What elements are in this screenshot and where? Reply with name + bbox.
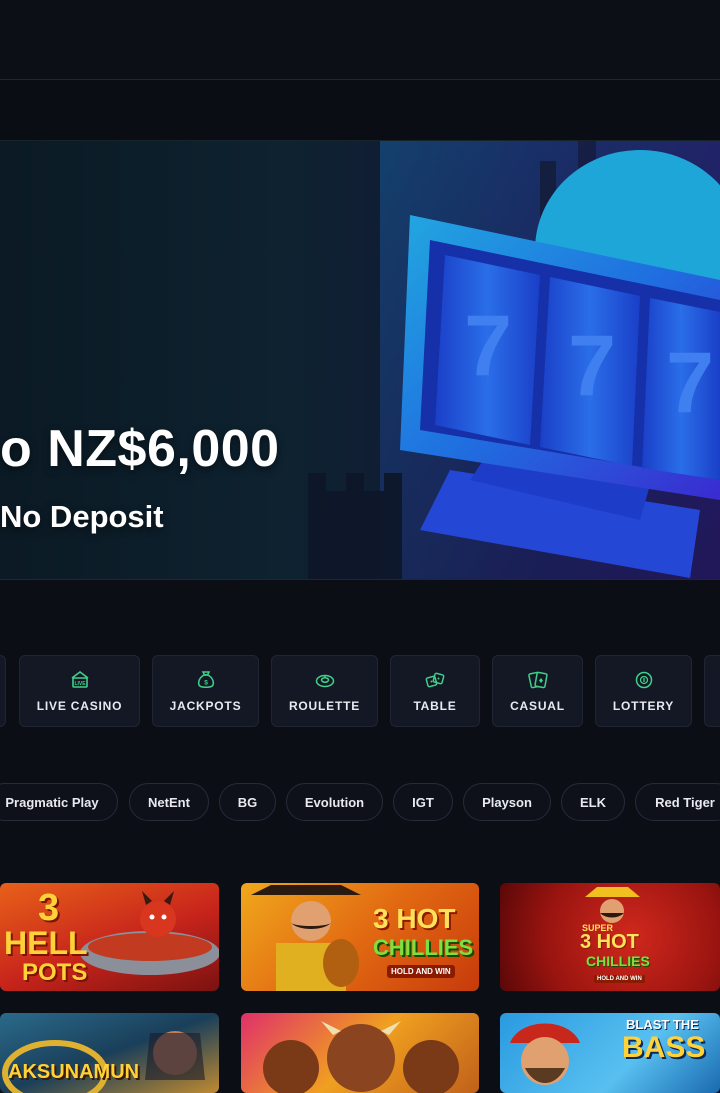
game-title-line: 3	[38, 887, 60, 929]
category-partial-right[interactable]	[704, 655, 720, 727]
game-artwork	[263, 1021, 459, 1093]
provider-elk[interactable]: ELK	[561, 783, 625, 821]
category-lottery[interactable]: LOTTERY	[595, 655, 692, 727]
top-header	[0, 0, 720, 80]
reel-1: 7	[435, 255, 540, 445]
svg-text:7: 7	[464, 298, 512, 394]
game-title-line: HOLD AND WIN	[387, 965, 455, 978]
game-tile-buffalo[interactable]	[241, 1013, 479, 1093]
provider-playson[interactable]: Playson	[463, 783, 551, 821]
category-live-casino[interactable]: LIVE LIVE CASINO	[19, 655, 140, 727]
cards-icon	[527, 671, 548, 689]
roulette-icon	[315, 674, 334, 688]
category-label: JACKPOTS	[169, 699, 242, 713]
game-title-line: BLAST THE	[626, 1017, 699, 1032]
game-title-line: CHILLIES	[373, 935, 474, 960]
svg-text:LIVE: LIVE	[74, 681, 86, 687]
category-jackpots[interactable]: $ JACKPOTS	[152, 655, 259, 727]
game-title-line: AKSUNAMUN	[8, 1061, 140, 1083]
category-casual[interactable]: CASUAL	[492, 655, 583, 727]
game-title-line: 3 HOT	[580, 931, 639, 953]
category-label: LIVE CASINO	[36, 699, 123, 713]
reel-2: 7	[540, 277, 640, 466]
game-tile-3-hot-chillies[interactable]: 3 HOT CHILLIES HOLD AND WIN	[241, 883, 479, 991]
game-title-line: HELL	[4, 925, 88, 961]
provider-pragmatic-play[interactable]: Pragmatic Play	[0, 783, 118, 821]
dice-icon	[425, 672, 445, 688]
sub-navigation-bar	[0, 80, 720, 141]
slot-machine-illustration: 7 7 7	[400, 150, 720, 578]
provider-netent[interactable]: NetEnt	[129, 783, 209, 821]
game-tile-3-hell-pots[interactable]: 3 HELL POTS	[0, 883, 219, 991]
svg-text:7: 7	[568, 318, 616, 414]
svg-text:7: 7	[666, 335, 714, 431]
game-tile-super-3-hot-chillies[interactable]: SUPER 3 HOT CHILLIES HOLD AND WIN	[500, 883, 720, 991]
category-bar: LIVE LIVE CASINO $ JACKPOTS ROULETTE TAB…	[0, 655, 720, 727]
category-table[interactable]: TABLE	[390, 655, 480, 727]
category-label: ROULETTE	[288, 699, 361, 713]
game-title-line: CHILLIES	[586, 953, 650, 969]
reel-3: 7	[642, 298, 720, 480]
category-roulette[interactable]: ROULETTE	[271, 655, 378, 727]
game-title-line: 3 HOT	[373, 903, 456, 934]
banner-subtitle: No Deposit	[0, 499, 164, 534]
money-bag-icon: $	[197, 671, 214, 688]
live-casino-icon: LIVE	[71, 671, 88, 688]
provider-igt[interactable]: IGT	[393, 783, 453, 821]
banner-title: o NZ$6,000	[0, 420, 280, 478]
provider-red-tiger[interactable]: Red Tiger	[635, 783, 720, 821]
lottery-ball-icon	[635, 671, 652, 689]
game-tile-blast-the-bass[interactable]: BLAST THE BASS	[500, 1013, 720, 1093]
game-title-line: HOLD AND WIN	[594, 975, 645, 983]
game-title-line: POTS	[22, 959, 88, 986]
category-partial-left[interactable]	[0, 655, 6, 727]
category-label: CASUAL	[510, 699, 565, 713]
category-label: LOTTERY	[612, 699, 675, 713]
provider-evolution[interactable]: Evolution	[286, 783, 383, 821]
provider-bg[interactable]: BG	[219, 783, 276, 821]
game-title-line: BASS	[622, 1031, 706, 1064]
game-tile-egyptian[interactable]: AKSUNAMUN	[0, 1013, 219, 1093]
svg-text:$: $	[204, 680, 208, 687]
category-label: TABLE	[413, 699, 457, 713]
